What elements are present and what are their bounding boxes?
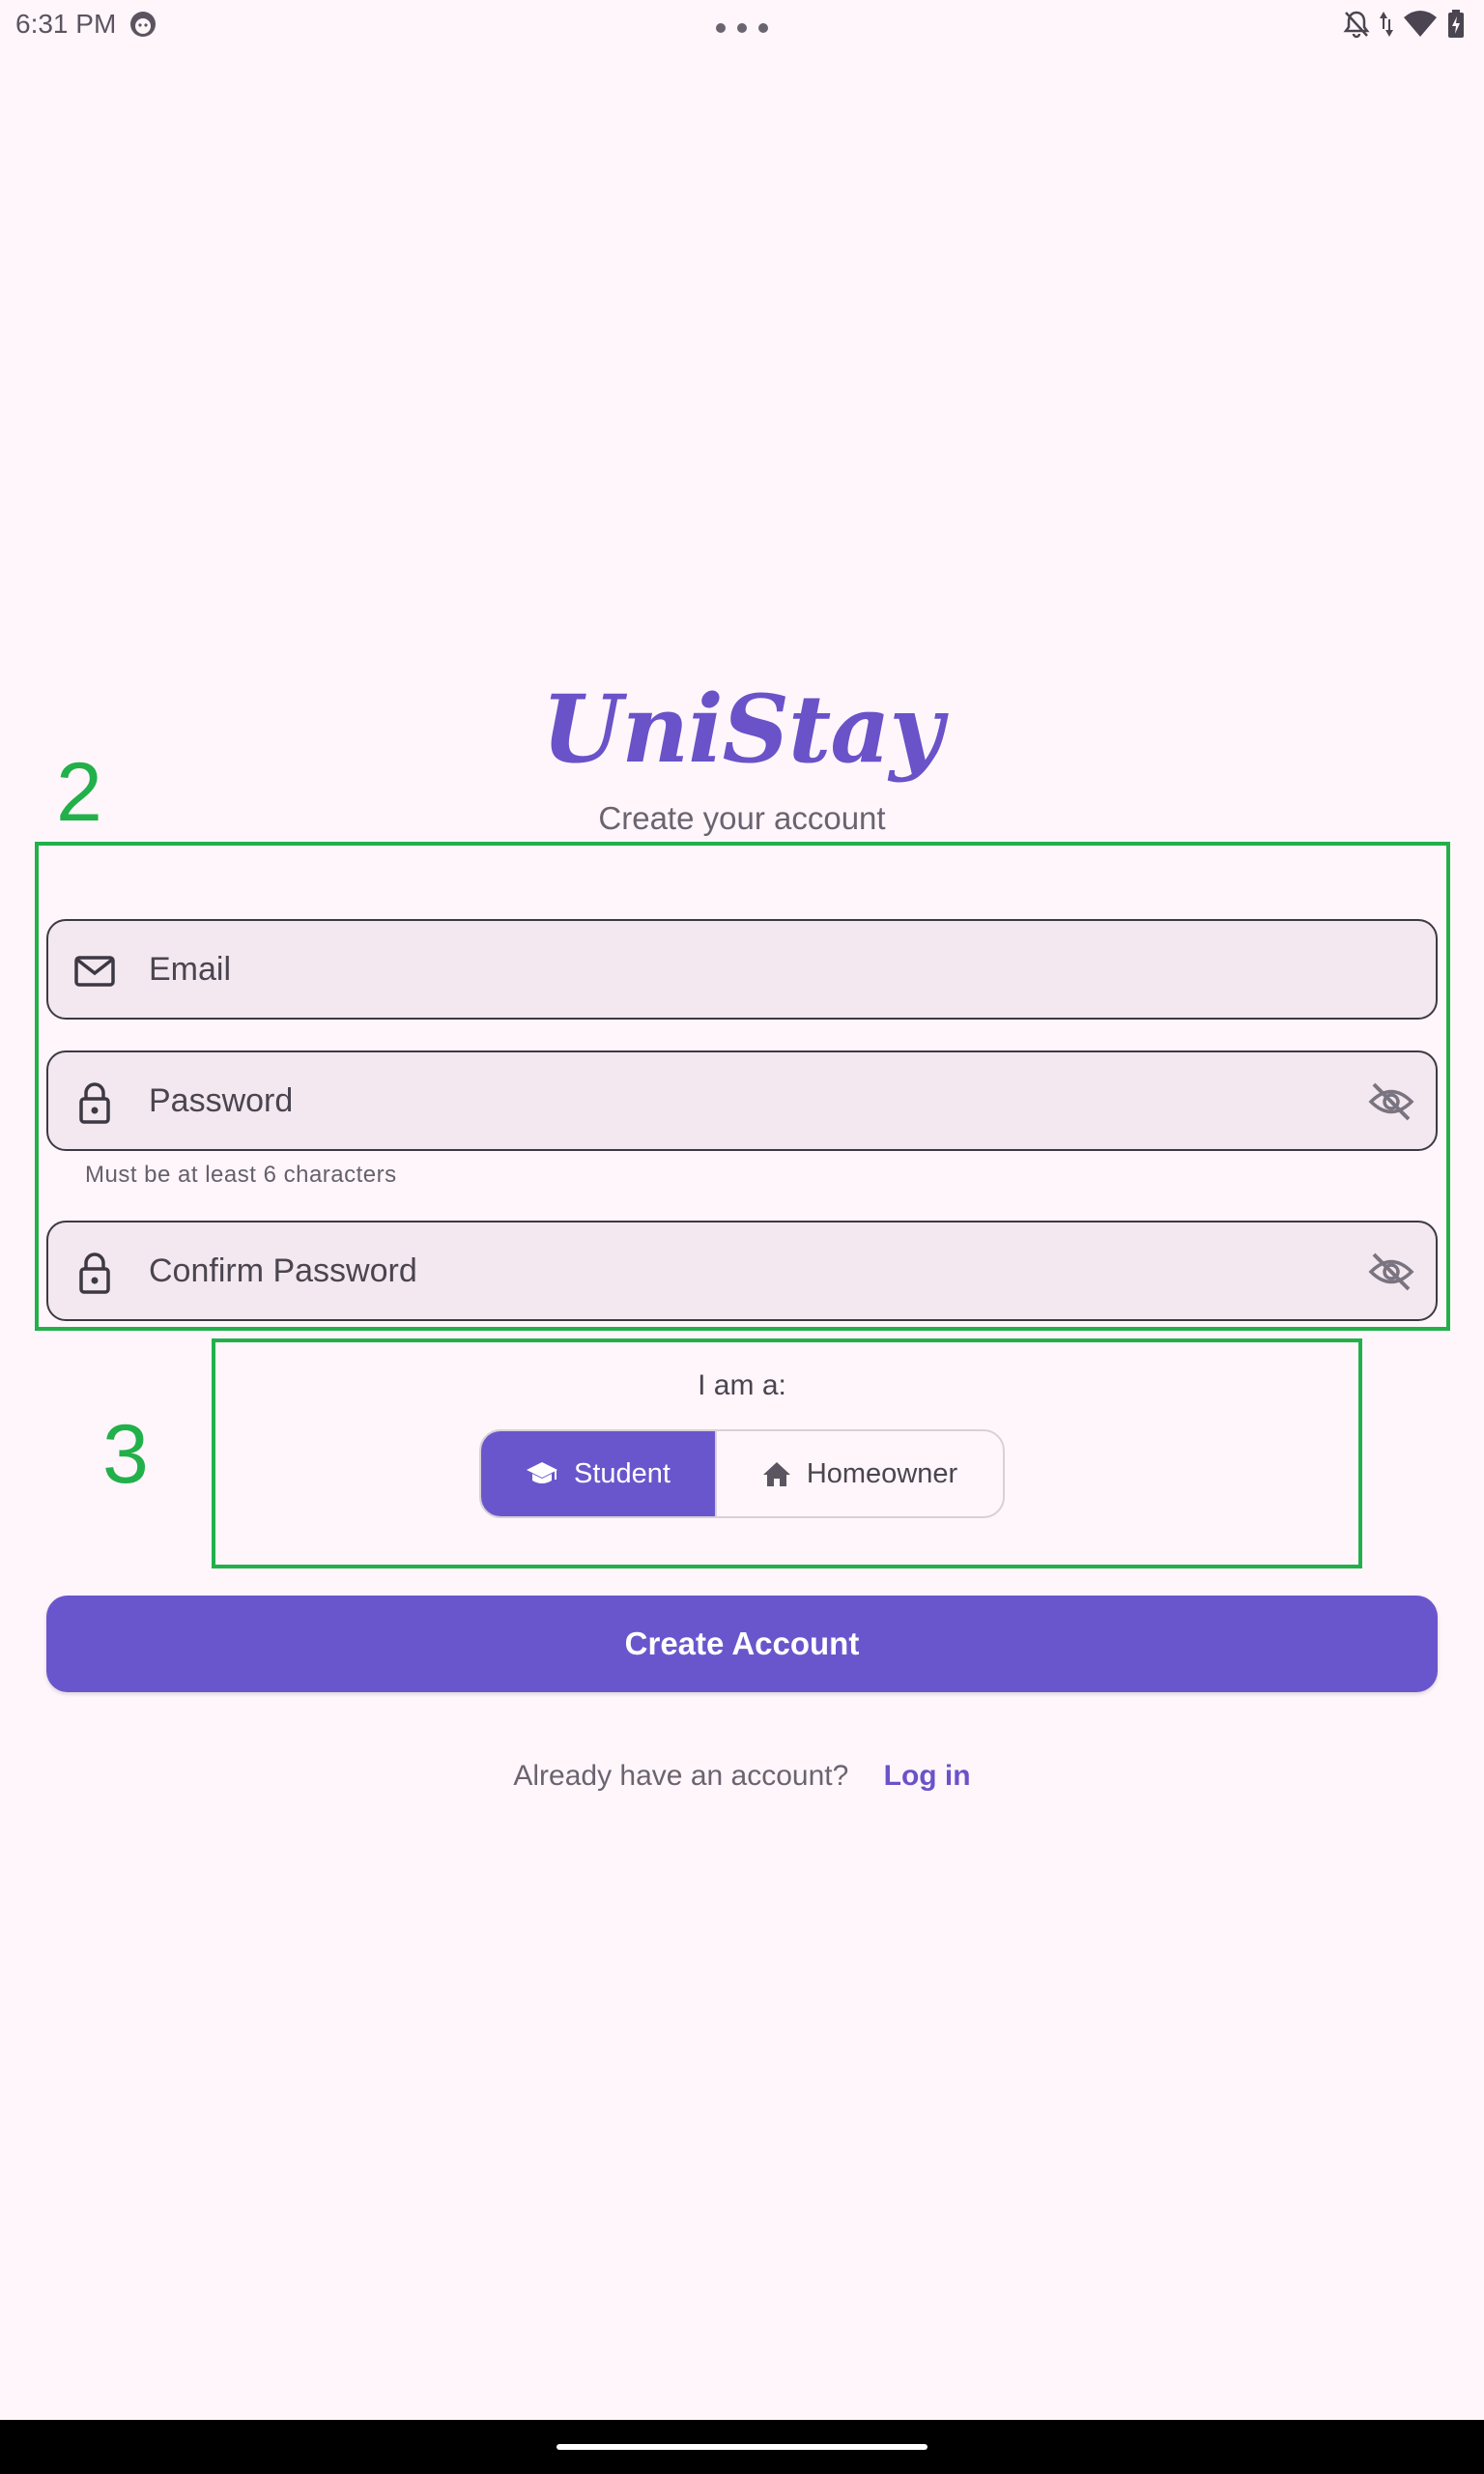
data-arrows-icon	[1380, 12, 1393, 37]
lock-icon	[79, 1252, 110, 1294]
status-time: 6:31 PM	[15, 9, 117, 39]
role-option-homeowner[interactable]: Homeowner	[717, 1431, 1003, 1516]
face-icon	[130, 12, 156, 37]
eye-off-icon[interactable]	[1368, 1251, 1414, 1292]
app-logo: UniStay	[541, 675, 944, 784]
mail-icon	[74, 956, 115, 987]
home-gesture-handle[interactable]	[556, 2444, 928, 2450]
login-prompt: Already have an account?	[513, 1760, 849, 1792]
email-input[interactable]	[149, 921, 1327, 1018]
confirm-password-input[interactable]	[149, 1223, 1327, 1319]
email-field[interactable]	[46, 919, 1438, 1020]
role-label: I am a:	[698, 1369, 786, 1401]
annotation-label-3: 3	[102, 1408, 149, 1501]
password-helper-text: Must be at least 6 characters	[85, 1162, 397, 1188]
login-link[interactable]: Log in	[884, 1760, 971, 1792]
wifi-icon	[1404, 11, 1437, 37]
bell-off-icon	[1343, 11, 1370, 39]
eye-off-icon[interactable]	[1368, 1081, 1414, 1122]
battery-icon	[1448, 10, 1464, 38]
login-row: Already have an account? Log in	[0, 1757, 1484, 1796]
lock-icon	[79, 1082, 110, 1124]
password-input[interactable]	[149, 1052, 1327, 1149]
role-option-student[interactable]: Student	[481, 1431, 717, 1516]
role-option-label: Homeowner	[806, 1457, 958, 1489]
annotation-label-2: 2	[56, 746, 102, 839]
page-subtitle: Create your account	[598, 800, 886, 836]
confirm-password-field[interactable]	[46, 1221, 1438, 1321]
graduation-cap-icon	[527, 1462, 557, 1483]
create-account-button[interactable]: Create Account	[46, 1596, 1438, 1692]
status-icons	[1343, 8, 1465, 41]
more-dots-icon	[716, 23, 768, 33]
role-option-label: Student	[574, 1457, 671, 1489]
home-icon	[762, 1462, 790, 1486]
password-field[interactable]	[46, 1050, 1438, 1151]
role-segmented-control: Student Homeowner	[479, 1429, 1005, 1518]
